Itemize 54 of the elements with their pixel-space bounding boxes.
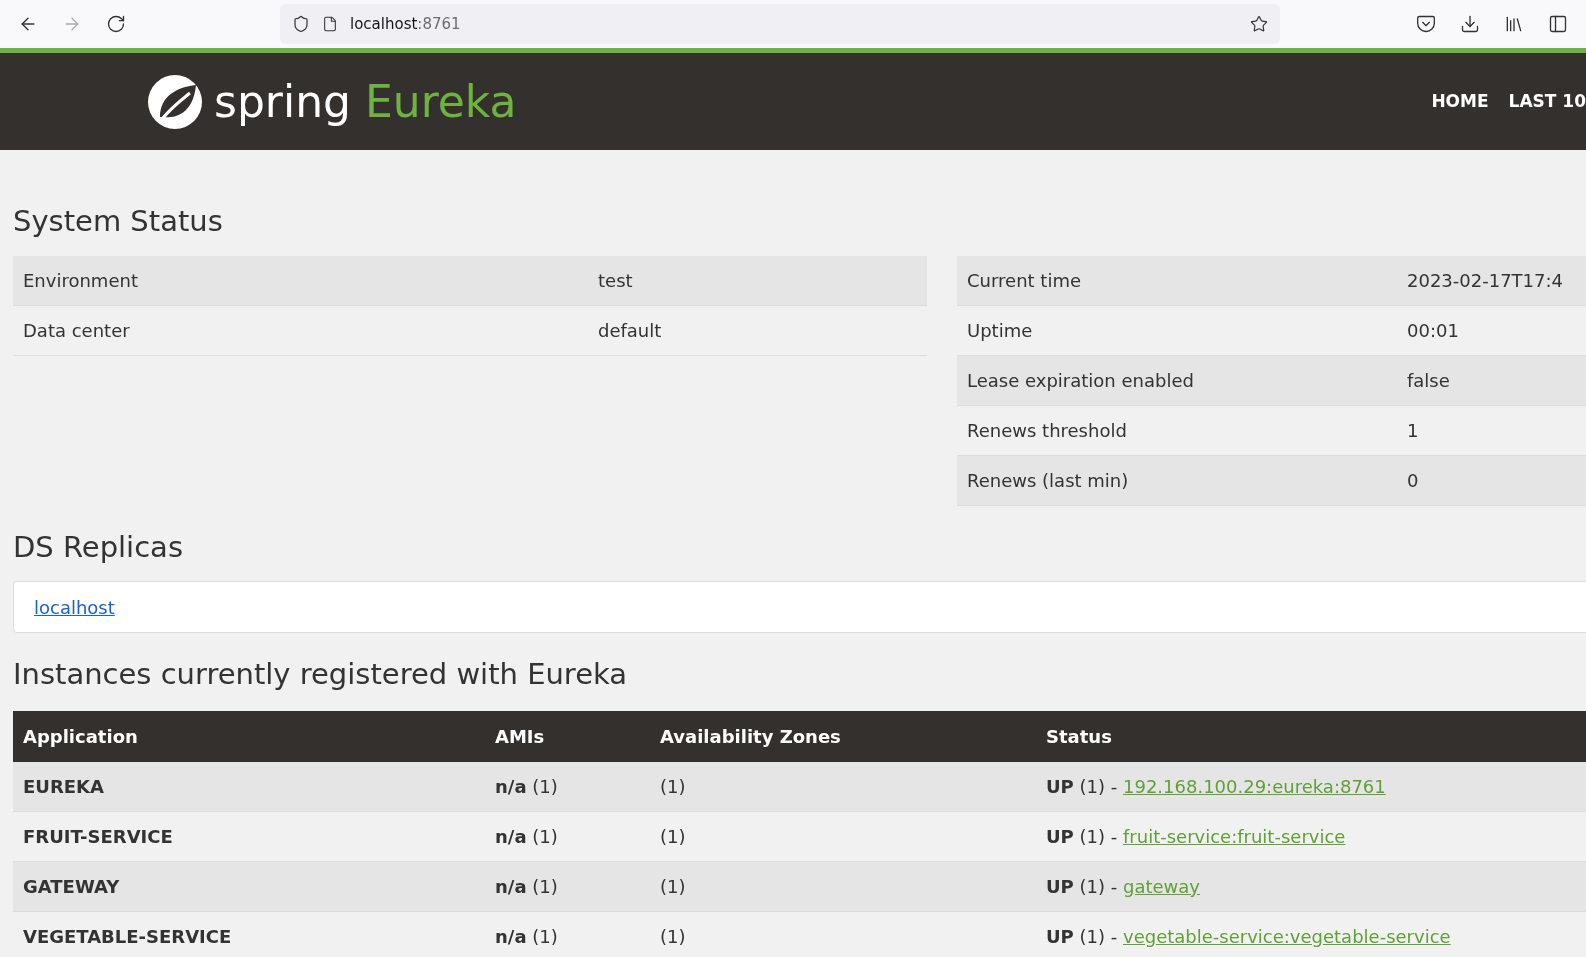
status-value: test (597, 268, 633, 293)
amis-cell: n/a (1) (495, 875, 558, 897)
status-label: Uptime (966, 318, 1034, 343)
status-label: Data center (22, 318, 131, 343)
amis-cell: n/a (1) (495, 775, 558, 797)
application-name: EUREKA (23, 775, 104, 797)
bookmark-star-icon[interactable] (1250, 15, 1268, 33)
status-text: UP (1) - (1046, 874, 1119, 899)
zones-cell: (1) (660, 875, 686, 897)
replica-link[interactable]: localhost (34, 593, 115, 621)
status-label: Renews (last min) (966, 468, 1130, 493)
status-value: 00:01 (1406, 318, 1459, 343)
reload-icon[interactable] (106, 14, 126, 34)
download-icon[interactable] (1460, 14, 1480, 34)
address-bar[interactable]: localhost:8761 (280, 4, 1280, 44)
zones-cell: (1) (660, 925, 686, 947)
status-label: Lease expiration enabled (966, 368, 1195, 393)
pocket-icon[interactable] (1416, 14, 1436, 34)
status-text: UP (1) - (1046, 824, 1119, 849)
nav-link[interactable]: HOME (1431, 88, 1489, 115)
column-header: AMIs (495, 725, 545, 747)
column-header: Status (1046, 725, 1112, 747)
column-header: Application (23, 725, 138, 747)
status-value: default (597, 318, 662, 343)
status-label: Environment (22, 268, 139, 293)
status-value: 1 (1406, 418, 1419, 443)
address-port: :8761 (417, 13, 461, 35)
status-value: false (1406, 368, 1450, 393)
brand-text: spring (214, 79, 351, 124)
application-name: FRUIT-SERVICE (23, 825, 173, 847)
library-icon[interactable] (1504, 14, 1524, 34)
page-icon (322, 16, 338, 32)
status-text: UP (1) - (1046, 924, 1119, 949)
status-text: UP (1) - (1046, 774, 1119, 799)
application-name: GATEWAY (23, 875, 120, 897)
zones-cell: (1) (660, 825, 686, 847)
address-host: localhost (350, 13, 418, 35)
column-header: Availability Zones (660, 725, 841, 747)
section-heading: DS Replicas (13, 528, 184, 566)
section-heading: Instances currently registered with Eureka (13, 656, 629, 693)
status-label: Renews threshold (966, 418, 1128, 443)
application-name: VEGETABLE-SERVICE (23, 925, 232, 947)
shield-icon[interactable] (292, 15, 310, 33)
status-value: 0 (1406, 468, 1419, 493)
status-label: Current time (966, 268, 1082, 293)
section-heading: System Status (13, 203, 224, 240)
amis-cell: n/a (1) (495, 925, 558, 947)
sidebar-icon[interactable] (1548, 14, 1568, 34)
amis-cell: n/a (1) (495, 825, 558, 847)
product-text: Eureka (365, 79, 517, 124)
zones-cell: (1) (660, 775, 686, 797)
spring-leaf-logo-icon (146, 72, 204, 131)
status-value: 2023-02-17T17:4 (1406, 268, 1564, 293)
nav-link[interactable]: LAST 10 (1508, 88, 1586, 115)
